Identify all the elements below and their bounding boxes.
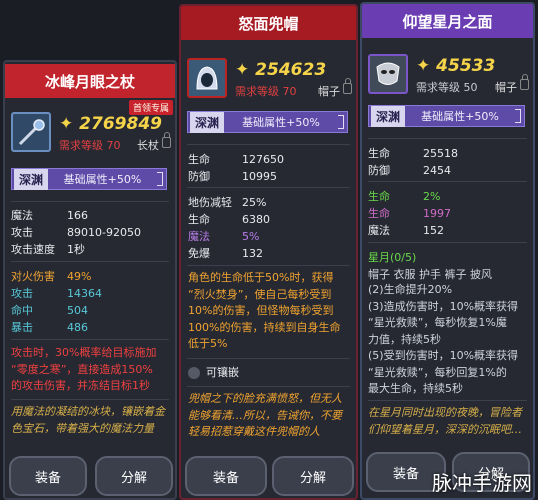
extra-stat-row: 攻击 14364 <box>11 287 102 300</box>
extra-stat-row: 魔法 5% <box>188 230 260 243</box>
level-requirement: 需求等级 50 <box>416 81 478 94</box>
power-value: ✦ 45533 <box>416 56 496 76</box>
socket-icon <box>188 367 200 379</box>
item-title: 冰峰月眼之杖 <box>5 64 175 98</box>
equip-button[interactable]: 装备 <box>9 456 87 496</box>
item-card-staff: 冰峰月眼之杖 首领专属 ✦ 2769849 需求等级 70 长杖 深渊 基础属性… <box>3 60 177 500</box>
equip-button[interactable]: 装备 <box>185 456 267 496</box>
power-icon: ✦ <box>416 56 437 76</box>
divider <box>187 187 350 188</box>
lore-text: 在星月同时出现的夜晚，冒险者 们仰望着星月，深深的沉眠吧… <box>368 406 522 436</box>
extra-stat-row: 暴击 486 <box>11 321 88 334</box>
item-header: ✦ 254623 需求等级 70 帽子 <box>187 58 352 106</box>
divider <box>368 181 527 182</box>
divider <box>368 138 527 139</box>
stat-row: 魔法 166 <box>11 209 88 222</box>
lock-icon[interactable] <box>162 132 171 148</box>
power-value: ✦ 2769849 <box>59 114 162 134</box>
divider <box>368 242 527 243</box>
bracket-icon <box>338 115 344 129</box>
abyss-text: 基础属性+50% <box>242 116 320 129</box>
bracket-icon <box>515 109 521 123</box>
item-card-hood: 怒面兜帽 ✦ 254623 需求等级 70 帽子 深渊 基础属性+50% 生命 1… <box>179 4 358 500</box>
power-value: ✦ 254623 <box>235 60 327 80</box>
extra-stat-row: 生命 6380 <box>188 213 270 226</box>
abyss-bar: 深渊 基础属性+50% <box>11 168 167 190</box>
special-effect: 攻击时，30%概率给目标施加 “零度之寒”，直接造成150% 的攻击伤害，并冻结目标… <box>11 346 157 392</box>
divider <box>368 400 527 401</box>
mask-icon <box>368 54 408 94</box>
divider <box>187 144 350 145</box>
lore-text: 用魔法的凝结的冰块，镶嵌着金 色宝石，带着强大的魔法力量 <box>11 405 165 435</box>
set-title: 星月(0/5) <box>368 251 417 264</box>
abyss-text: 基础属性+50% <box>63 173 142 186</box>
item-title: 仰望星月之面 <box>362 4 533 38</box>
hood-icon <box>187 58 227 98</box>
stat-row: 攻击 89010-92050 <box>11 226 141 239</box>
bracket-icon <box>157 172 163 186</box>
power-icon: ✦ <box>59 114 80 134</box>
divider <box>187 265 350 266</box>
dismantle-button[interactable]: 分解 <box>95 456 173 496</box>
item-category: 帽子 <box>318 85 340 98</box>
item-category: 帽子 <box>495 81 517 94</box>
abyss-bar: 深渊 基础属性+50% <box>368 105 525 127</box>
divider <box>11 261 169 262</box>
stat-row: 防御 10995 <box>188 170 277 183</box>
special-effect: 角色的生命低于50%时，获得 “烈火焚身”，使自己每秒受到 10%的伤害，但怪物每秒… <box>188 271 341 350</box>
stat-row: 攻击速度 1秒 <box>11 243 85 256</box>
level-requirement: 需求等级 70 <box>59 139 121 152</box>
abyss-tag: 深渊 <box>190 111 225 133</box>
divider <box>187 358 350 359</box>
lock-icon[interactable] <box>520 74 529 90</box>
level-requirement: 需求等级 70 <box>235 85 297 98</box>
divider <box>187 386 350 387</box>
power-icon: ✦ <box>235 60 256 80</box>
abyss-bar: 深渊 基础属性+50% <box>187 111 348 133</box>
staff-icon <box>11 112 51 152</box>
stat-row: 生命 25518 <box>368 147 458 160</box>
item-category: 长杖 <box>137 139 159 152</box>
abyss-text: 基础属性+50% <box>421 110 499 123</box>
abyss-tag: 深渊 <box>371 105 406 127</box>
item-title: 怒面兜帽 <box>181 6 356 40</box>
dismantle-button[interactable]: 分解 <box>272 456 354 496</box>
item-header: ✦ 2769849 需求等级 70 长杖 <box>11 112 171 160</box>
extra-stat-row: 生命 2% <box>368 190 441 203</box>
extra-stat-row: 对火伤害 49% <box>11 270 92 283</box>
set-bonus: (2)生命提升20% (3)造成伤害时，10%概率获得 “星光救赎”，每秒恢复1%魔… <box>368 283 519 395</box>
inlay-status: 可镶嵌 <box>188 364 239 380</box>
divider <box>11 399 169 400</box>
divider <box>11 339 169 340</box>
watermark-logo: 脉冲手游网 <box>432 471 532 495</box>
divider <box>11 201 169 202</box>
set-items: 帽子 衣服 护手 裤子 披风 <box>368 268 492 281</box>
abyss-tag: 深渊 <box>14 168 49 190</box>
extra-stat-row: 地伤减轻 25% <box>188 196 267 209</box>
item-card-mask: 仰望星月之面 ✦ 45533 需求等级 50 帽子 深渊 基础属性+50% 生命… <box>360 2 535 500</box>
stat-row: 防御 2454 <box>368 164 451 177</box>
item-header: ✦ 45533 需求等级 50 帽子 <box>368 54 529 102</box>
extra-stat-row: 魔法 152 <box>368 224 444 237</box>
extra-stat-row: 命中 504 <box>11 304 88 317</box>
stat-row: 生命 127650 <box>188 153 284 166</box>
extra-stat-row: 免爆 132 <box>188 247 263 260</box>
extra-stat-row: 生命 1997 <box>368 207 451 220</box>
lore-text: 兜帽之下的脸充满愤怒，但无人 能够看清…所以，告诫你，不要 轻易招惹穿戴这件兜帽的人 <box>188 392 342 438</box>
lock-icon[interactable] <box>343 78 352 94</box>
